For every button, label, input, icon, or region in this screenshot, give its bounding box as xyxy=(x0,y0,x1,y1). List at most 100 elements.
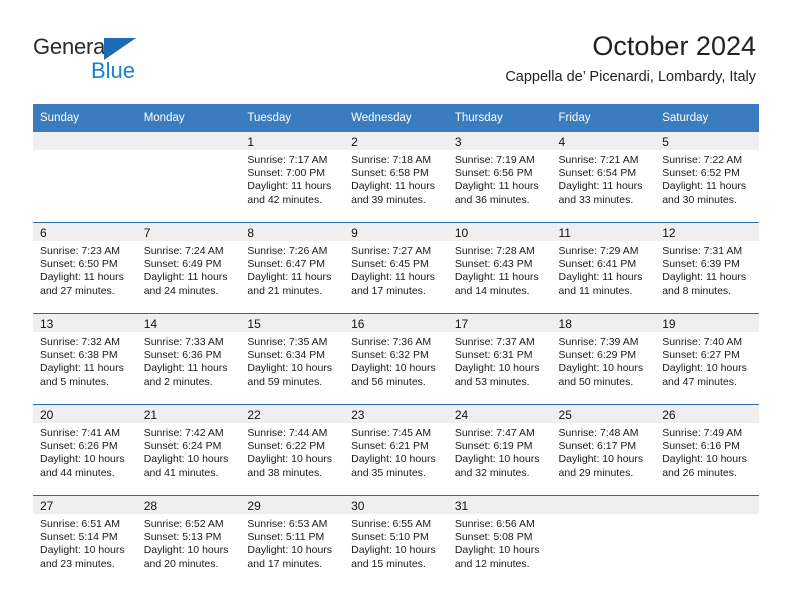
day-cell[interactable]: 13 Sunrise: 7:32 AM Sunset: 6:38 PM Dayligh… xyxy=(33,313,137,405)
day-cell[interactable]: 2 Sunrise: 7:18 AM Sunset: 6:58 PM Daylight… xyxy=(344,132,448,223)
day-cell[interactable]: 11 Sunrise: 7:29 AM Sunset: 6:41 PM Dayligh… xyxy=(551,222,656,314)
daylight-line: Daylight: 11 hours xyxy=(143,362,228,375)
day-cell-inner: 2 Sunrise: 7:18 AM Sunset: 6:58 PM Daylight… xyxy=(344,132,448,222)
day-cell-inner: 26 Sunrise: 7:49 AM Sunset: 6:16 PM Dayligh… xyxy=(655,405,759,495)
day-details: Sunrise: 7:41 AM Sunset: 6:26 PM Daylight:… xyxy=(33,423,137,480)
day-cell[interactable]: 8 Sunrise: 7:26 AM Sunset: 6:47 PM Daylight… xyxy=(240,222,345,314)
sunset-line: Sunset: 6:32 PM xyxy=(351,349,429,362)
day-cell[interactable]: 16 Sunrise: 7:36 AM Sunset: 6:32 PM Dayligh… xyxy=(344,313,448,405)
day-cell[interactable]: 9 Sunrise: 7:27 AM Sunset: 6:45 PM Daylight… xyxy=(344,222,448,314)
daylight-line-cont: and 33 minutes. xyxy=(558,193,634,206)
daylight-line-cont: and 23 minutes. xyxy=(40,557,115,570)
sunrise-line: Sunrise: 7:41 AM xyxy=(40,427,120,439)
day-cell[interactable]: 21 Sunrise: 7:42 AM Sunset: 6:24 PM Dayligh… xyxy=(136,404,241,496)
day-cell[interactable]: 6 Sunrise: 7:23 AM Sunset: 6:50 PM Daylight… xyxy=(33,222,137,314)
day-number: 12 xyxy=(655,223,759,241)
daylight-line-cont: and 36 minutes. xyxy=(454,193,530,206)
day-cell[interactable]: 17 Sunrise: 7:37 AM Sunset: 6:31 PM Dayligh… xyxy=(447,313,552,405)
day-cell[interactable]: 15 Sunrise: 7:35 AM Sunset: 6:34 PM Dayligh… xyxy=(240,313,345,405)
sunset-line: Sunset: 6:36 PM xyxy=(143,349,222,362)
sunset-line: Sunset: 5:13 PM xyxy=(143,531,222,544)
day-cell[interactable]: 14 Sunrise: 7:33 AM Sunset: 6:36 PM Dayligh… xyxy=(136,313,241,405)
sunset-line: Sunset: 6:58 PM xyxy=(351,167,429,180)
day-details: Sunrise: 7:27 AM Sunset: 6:45 PM Daylight:… xyxy=(344,241,448,298)
day-cell[interactable]: 7 Sunrise: 7:24 AM Sunset: 6:49 PM Daylight… xyxy=(136,222,241,314)
day-number: 3 xyxy=(447,132,552,150)
sunrise-line: Sunrise: 7:26 AM xyxy=(247,245,328,257)
sunrise-line: Sunrise: 7:33 AM xyxy=(143,336,224,348)
daylight-line-cont: and 26 minutes. xyxy=(662,466,737,479)
day-cell[interactable]: 22 Sunrise: 7:44 AM Sunset: 6:22 PM Dayligh… xyxy=(240,404,345,496)
day-cell[interactable]: 31 Sunrise: 6:56 AM Sunset: 5:08 PM Dayligh… xyxy=(447,495,552,586)
day-cell-inner xyxy=(136,132,241,222)
day-cell[interactable]: 3 Sunrise: 7:19 AM Sunset: 6:56 PM Daylight… xyxy=(447,132,552,223)
daylight-line: Daylight: 11 hours xyxy=(40,271,124,284)
day-cell[interactable]: 12 Sunrise: 7:31 AM Sunset: 6:39 PM Dayligh… xyxy=(655,222,759,314)
sunrise-line: Sunrise: 6:56 AM xyxy=(454,518,535,530)
daylight-line-cont: and 15 minutes. xyxy=(351,557,426,570)
day-number: 21 xyxy=(136,405,241,423)
day-cell[interactable]: 24 Sunrise: 7:47 AM Sunset: 6:19 PM Dayligh… xyxy=(447,404,552,496)
daylight-line-cont: and 44 minutes. xyxy=(40,466,115,479)
day-cell-inner: 25 Sunrise: 7:48 AM Sunset: 6:17 PM Dayligh… xyxy=(551,405,656,495)
daylight-line-cont: and 42 minutes. xyxy=(247,193,323,206)
day-cell-inner: 22 Sunrise: 7:44 AM Sunset: 6:22 PM Dayligh… xyxy=(240,405,345,495)
sunset-line: Sunset: 6:31 PM xyxy=(454,349,533,362)
sunrise-line: Sunrise: 7:32 AM xyxy=(40,336,120,348)
sunset-line: Sunset: 5:14 PM xyxy=(40,531,118,544)
day-cell[interactable]: 25 Sunrise: 7:48 AM Sunset: 6:17 PM Dayligh… xyxy=(551,404,656,496)
day-cell[interactable]: 29 Sunrise: 6:53 AM Sunset: 5:11 PM Dayligh… xyxy=(240,495,345,586)
day-cell[interactable]: 19 Sunrise: 7:40 AM Sunset: 6:27 PM Dayligh… xyxy=(655,313,759,405)
calendar-grid: Sunday Monday Tuesday Wednesday Thursday Frid… xyxy=(33,104,759,586)
sunset-line: Sunset: 5:08 PM xyxy=(454,531,533,544)
day-number: 18 xyxy=(551,314,656,332)
day-cell[interactable]: 10 Sunrise: 7:28 AM Sunset: 6:43 PM Dayligh… xyxy=(447,222,552,314)
weekday-header-thursday: Thursday xyxy=(447,104,552,132)
day-cell-empty xyxy=(33,132,137,223)
daylight-line: Daylight: 11 hours xyxy=(143,271,228,284)
sunrise-line: Sunrise: 7:19 AM xyxy=(454,154,535,166)
day-number: 19 xyxy=(655,314,759,332)
sunrise-line: Sunrise: 7:39 AM xyxy=(558,336,639,348)
daylight-line: Daylight: 10 hours xyxy=(247,544,333,557)
day-details: Sunrise: 7:36 AM Sunset: 6:32 PM Daylight:… xyxy=(344,332,448,389)
day-details: Sunrise: 7:21 AM Sunset: 6:54 PM Daylight:… xyxy=(552,150,656,207)
daylight-line: Daylight: 10 hours xyxy=(143,544,229,557)
weekday-header-sunday: Sunday xyxy=(33,104,137,132)
day-cell[interactable]: 1 Sunrise: 7:17 AM Sunset: 7:00 PM Daylight… xyxy=(240,132,345,223)
day-details: Sunrise: 7:42 AM Sunset: 6:24 PM Daylight:… xyxy=(137,423,241,480)
daylight-line: Daylight: 10 hours xyxy=(247,453,333,466)
day-cell-inner: 28 Sunrise: 6:52 AM Sunset: 5:13 PM Dayligh… xyxy=(136,496,241,586)
page-header: General Blue October 2024 Cappella de’ P… xyxy=(0,0,792,100)
day-details: Sunrise: 7:26 AM Sunset: 6:47 PM Daylight:… xyxy=(240,241,344,298)
day-cell[interactable]: 18 Sunrise: 7:39 AM Sunset: 6:29 PM Dayligh… xyxy=(551,313,656,405)
day-cell[interactable]: 4 Sunrise: 7:21 AM Sunset: 6:54 PM Daylight… xyxy=(551,132,656,223)
day-cell[interactable]: 27 Sunrise: 6:51 AM Sunset: 5:14 PM Dayligh… xyxy=(33,495,137,586)
calendar-page: General Blue October 2024 Cappella de’ P… xyxy=(0,0,792,612)
day-details: Sunrise: 7:35 AM Sunset: 6:34 PM Daylight:… xyxy=(240,332,344,389)
sunset-line: Sunset: 6:50 PM xyxy=(40,258,118,271)
weekday-header-saturday: Saturday xyxy=(655,104,759,132)
day-details: Sunrise: 7:23 AM Sunset: 6:50 PM Daylight:… xyxy=(33,241,137,298)
day-cell[interactable]: 30 Sunrise: 6:55 AM Sunset: 5:10 PM Dayligh… xyxy=(344,495,448,586)
day-cell[interactable]: 26 Sunrise: 7:49 AM Sunset: 6:16 PM Dayligh… xyxy=(655,404,759,496)
day-cell-inner: 24 Sunrise: 7:47 AM Sunset: 6:19 PM Dayligh… xyxy=(447,405,552,495)
sunrise-line: Sunrise: 7:27 AM xyxy=(351,245,432,257)
sunrise-line: Sunrise: 7:45 AM xyxy=(351,427,432,439)
day-cell-inner: 15 Sunrise: 7:35 AM Sunset: 6:34 PM Dayligh… xyxy=(240,314,345,404)
day-cell-inner: 4 Sunrise: 7:21 AM Sunset: 6:54 PM Daylight… xyxy=(551,132,656,222)
day-cell[interactable]: 28 Sunrise: 6:52 AM Sunset: 5:13 PM Dayligh… xyxy=(136,495,241,586)
day-cell-inner: 3 Sunrise: 7:19 AM Sunset: 6:56 PM Daylight… xyxy=(447,132,552,222)
daylight-line-cont: and 27 minutes. xyxy=(40,284,115,297)
day-cell[interactable]: 20 Sunrise: 7:41 AM Sunset: 6:26 PM Dayligh… xyxy=(33,404,137,496)
daylight-line-cont: and 11 minutes. xyxy=(558,284,633,297)
sunrise-line: Sunrise: 6:52 AM xyxy=(143,518,224,530)
day-number: 16 xyxy=(344,314,448,332)
general-blue-logo: General Blue xyxy=(33,34,253,86)
day-cell-inner: 13 Sunrise: 7:32 AM Sunset: 6:38 PM Dayligh… xyxy=(33,314,137,404)
day-number: 8 xyxy=(240,223,345,241)
day-details: Sunrise: 7:29 AM Sunset: 6:41 PM Daylight:… xyxy=(552,241,656,298)
day-cell[interactable]: 5 Sunrise: 7:22 AM Sunset: 6:52 PM Daylight… xyxy=(655,132,759,223)
day-cell[interactable]: 23 Sunrise: 7:45 AM Sunset: 6:21 PM Dayligh… xyxy=(344,404,448,496)
sunrise-line: Sunrise: 6:51 AM xyxy=(40,518,120,530)
